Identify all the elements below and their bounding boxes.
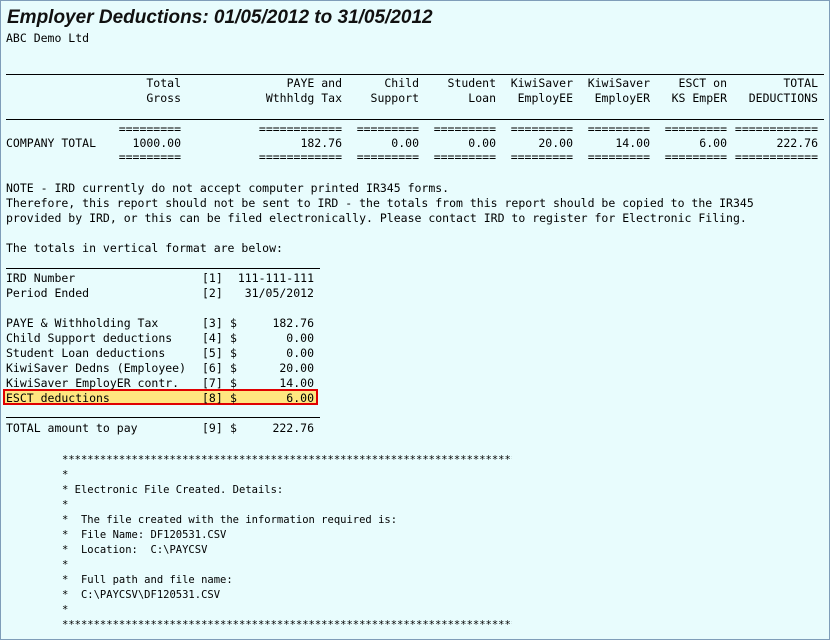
currency-symbol: $	[230, 376, 237, 390]
col-header-line2: Loan	[468, 91, 496, 105]
kiwisaver-employer-label: KiwiSaver EmployER contr.	[6, 376, 180, 390]
kiwisaver-employee-value: 20.00	[538, 136, 573, 150]
note-line: NOTE - IRD currently do not accept compu…	[6, 181, 450, 195]
header-rule-top	[6, 74, 824, 75]
currency-symbol: $	[230, 316, 237, 330]
col-header-line1: Total	[146, 76, 181, 90]
currency-symbol: $	[230, 391, 237, 405]
box-line: * File Name: DF120531.CSV *	[62, 529, 512, 541]
kiwisaver-employer-value: 14.00	[615, 136, 650, 150]
total-to-pay-label: TOTAL amount to pay	[6, 421, 138, 435]
box-line: * Location: C:\PAYCSV *	[62, 544, 512, 556]
total-rule: =========	[587, 150, 650, 164]
total-rule: =========	[510, 122, 573, 136]
ref-number: [5]	[202, 346, 223, 360]
child-support-label: Child Support deductions	[6, 331, 173, 345]
ird-number-label: IRD Number	[6, 271, 76, 285]
box-line: * C:\PAYCSV\DF120531.CSV *	[62, 589, 512, 601]
total-rule: ============	[734, 150, 818, 164]
total-rule: =========	[433, 122, 496, 136]
box-line: * The file created with the information …	[62, 514, 512, 526]
col-header-line1: TOTAL	[783, 76, 818, 90]
currency-symbol: $	[230, 346, 237, 360]
child-support-value: 0.00	[391, 136, 419, 150]
total-rule: =========	[118, 122, 181, 136]
col-header-line1: Child	[384, 76, 419, 90]
col-header-line2: Support	[370, 91, 419, 105]
paye-value: 182.76	[300, 136, 342, 150]
report-viewer: Employer Deductions: 01/05/2012 to 31/05…	[0, 0, 830, 640]
ird-number-value: 111-111-111	[237, 271, 314, 285]
ref-number: [1]	[202, 271, 223, 285]
note-line: The totals in vertical format are below:	[6, 241, 283, 255]
total-rule: =========	[118, 150, 181, 164]
ref-number: [7]	[202, 376, 223, 390]
box-line: * *	[62, 469, 512, 481]
company-total-label: COMPANY TOTAL	[6, 136, 97, 150]
paye-label: PAYE & Withholding Tax	[6, 316, 159, 330]
box-line: * *	[62, 559, 512, 571]
paye-amount: 182.76	[272, 316, 314, 330]
col-header-line1: Student	[447, 76, 496, 90]
note-line: provided by IRD, or this can be filed el…	[6, 211, 747, 225]
box-line: * *	[62, 604, 512, 616]
total-rule: =========	[433, 150, 496, 164]
period-ended-value: 31/05/2012	[244, 286, 314, 300]
currency-symbol: $	[230, 421, 237, 435]
period-ended-label: Period Ended	[6, 286, 90, 300]
total-gross-value: 1000.00	[132, 136, 181, 150]
header-rule-bottom	[6, 119, 824, 120]
esct-label: ESCT deductions	[6, 391, 110, 405]
total-rule: =========	[664, 150, 727, 164]
col-header-line1: ESCT on	[678, 76, 727, 90]
ref-number: [6]	[202, 361, 223, 375]
col-header-line2: Wthhldg Tax	[265, 91, 342, 105]
esct-value: 6.00	[699, 136, 727, 150]
ref-number: [3]	[202, 316, 223, 330]
box-line: * Electronic File Created. Details: *	[62, 484, 512, 496]
kiwisaver-employer-amount: 14.00	[279, 376, 314, 390]
ref-number: [8]	[202, 391, 223, 405]
col-header-line2: Gross	[146, 91, 181, 105]
electronic-file-box: ****************************************…	[62, 453, 512, 633]
total-to-pay-amount: 222.76	[272, 421, 314, 435]
vertical-rule-top	[6, 268, 320, 269]
box-line: ****************************************…	[62, 454, 512, 466]
currency-symbol: $	[230, 331, 237, 345]
ref-number: [9]	[202, 421, 223, 435]
currency-symbol: $	[230, 361, 237, 375]
total-rule: =========	[356, 150, 419, 164]
ref-number: [4]	[202, 331, 223, 345]
total-rule: ============	[258, 122, 342, 136]
note-line: Therefore, this report should not be sen…	[6, 196, 754, 210]
student-loan-label: Student Loan deductions	[6, 346, 166, 360]
kiwisaver-employee-label: KiwiSaver Dedns (Employee)	[6, 361, 187, 375]
kiwisaver-employee-amount: 20.00	[279, 361, 314, 375]
col-header-line2: DEDUCTIONS	[748, 91, 818, 105]
vertical-rule-bottom	[6, 417, 320, 418]
box-line: * Full path and file name: *	[62, 574, 512, 586]
total-rule: =========	[664, 122, 727, 136]
col-header-line1: PAYE and	[286, 76, 342, 90]
child-support-amount: 0.00	[286, 331, 314, 345]
total-deductions-value: 222.76	[776, 136, 818, 150]
col-header-line2: EmployER	[594, 91, 650, 105]
total-rule: =========	[356, 122, 419, 136]
company-name: ABC Demo Ltd	[6, 31, 90, 45]
ref-number: [2]	[202, 286, 223, 300]
total-rule: ============	[258, 150, 342, 164]
student-loan-amount: 0.00	[286, 346, 314, 360]
student-loan-value: 0.00	[468, 136, 496, 150]
col-header-line2: EmployEE	[517, 91, 573, 105]
box-line: * *	[62, 499, 512, 511]
esct-amount: 6.00	[286, 391, 314, 405]
report-title: Employer Deductions: 01/05/2012 to 31/05…	[7, 7, 433, 28]
total-rule: =========	[510, 150, 573, 164]
total-rule: =========	[587, 122, 650, 136]
col-header-line1: KiwiSaver	[587, 76, 650, 90]
box-line: ****************************************…	[62, 619, 512, 631]
col-header-line2: KS EmpER	[671, 91, 727, 105]
col-header-line1: KiwiSaver	[510, 76, 573, 90]
total-rule: ============	[734, 122, 818, 136]
